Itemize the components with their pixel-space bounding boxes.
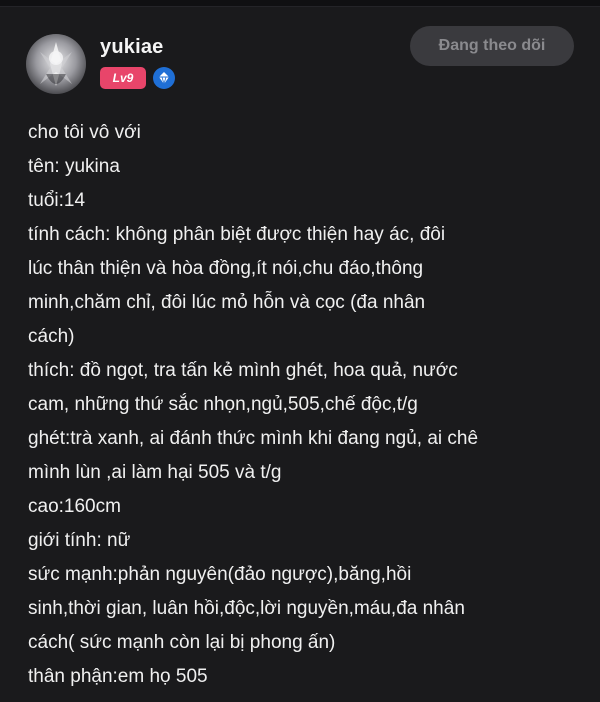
avatar[interactable] (26, 34, 86, 94)
post-line: cách( sức mạnh còn lại bị phong ấn) (28, 632, 336, 653)
following-button[interactable]: Đang theo dõi (410, 26, 574, 66)
post-line: sinh,thời gian, luân hồi,độc,lời nguyền,… (28, 598, 465, 619)
post-line: cho tôi vô với (28, 122, 141, 143)
post-line: lúc thân thiện và hòa đồng,ít nói,chu đá… (28, 258, 424, 279)
post-line: minh,chăm chỉ, đôi lúc mỏ hỗn và cọc (đa… (28, 292, 426, 313)
avatar-image (26, 34, 86, 94)
post-line: ghét:trà xanh, ai đánh thức mình khi đan… (28, 428, 479, 449)
post-body: cho tôi vô với tên: yukina tuổi:14 tính … (28, 116, 588, 694)
post-line: cao:160cm (28, 496, 121, 517)
post-line: cam, những thứ sắc nhọn,ngủ,505,chế độc,… (28, 394, 418, 415)
post-line: cách) (28, 326, 75, 347)
post-line: sức mạnh:phản nguyên(đảo ngược),băng,hồi (28, 564, 412, 585)
post-line: tuổi:14 (28, 190, 86, 211)
post-line: giới tính: nữ (28, 530, 131, 551)
verified-diamond-icon (153, 67, 175, 89)
post-line: thích: đồ ngọt, tra tấn kẻ mình ghét, ho… (28, 360, 458, 381)
post-line: thân phận:em họ 505 (28, 666, 208, 687)
username[interactable]: yukiae (100, 36, 163, 59)
post-line: tên: yukina (28, 156, 120, 177)
post-line: mình lùn ,ai làm hại 505 và t/g (28, 462, 282, 483)
post-header: yukiae Lv9 Đang theo dõi (0, 6, 600, 106)
level-badge: Lv9 (100, 67, 146, 89)
post-line: tính cách: không phân biệt được thiện ha… (28, 224, 446, 245)
